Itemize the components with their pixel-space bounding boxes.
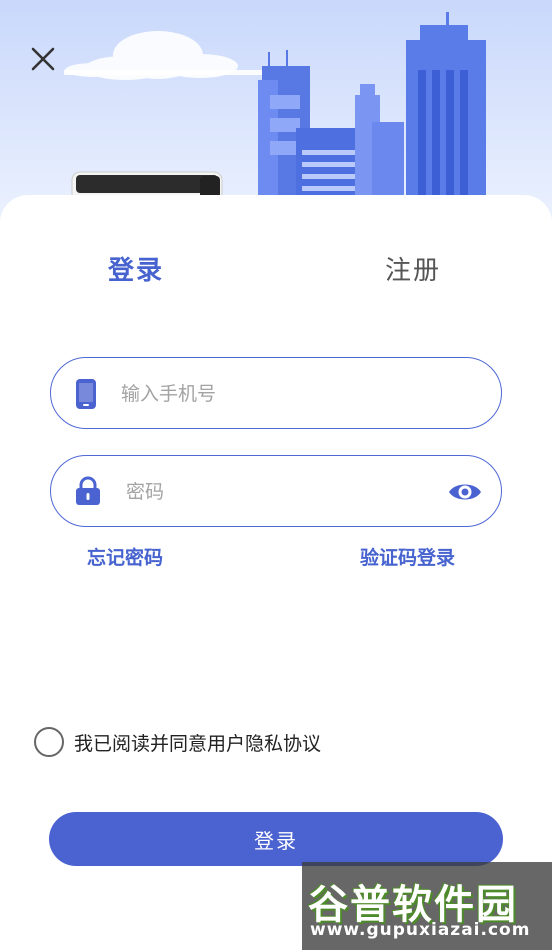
phone-field[interactable] (50, 357, 502, 429)
password-input[interactable] (126, 470, 426, 514)
tab-register[interactable]: 注册 (385, 250, 441, 287)
eye-icon[interactable] (447, 480, 483, 504)
watermark-logo: 谷普软件园 www.gupuxiazai.com (302, 862, 552, 950)
close-icon[interactable] (26, 42, 60, 76)
phone-icon (76, 379, 96, 409)
agreement-label[interactable]: 我已阅读并同意用户隐私协议 (74, 729, 321, 756)
lock-icon (76, 476, 100, 505)
login-button[interactable]: 登录 (49, 812, 503, 866)
tab-login[interactable]: 登录 (108, 250, 164, 287)
forgot-password-link[interactable]: 忘记密码 (87, 543, 163, 570)
code-login-link[interactable]: 验证码登录 (360, 543, 455, 570)
agreement-radio[interactable] (34, 727, 64, 757)
phone-input[interactable] (121, 372, 421, 416)
password-field[interactable] (50, 455, 502, 527)
watermark-url: www.gupuxiazai.com (310, 920, 531, 940)
agreement-row: 我已阅读并同意用户隐私协议 (34, 727, 321, 757)
